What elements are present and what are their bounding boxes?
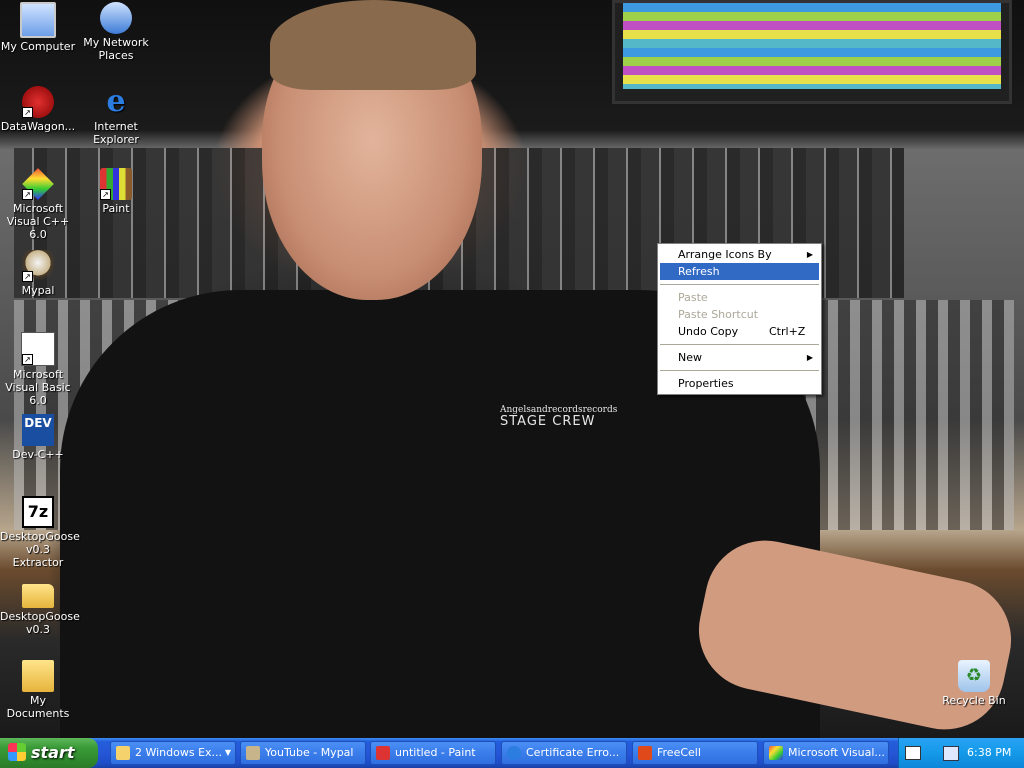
- shirt-logo-line2: STAGE CREW: [500, 414, 596, 429]
- desktop-icon-my-computer[interactable]: My Computer: [0, 2, 76, 53]
- taskbar-button-label: FreeCell: [657, 746, 701, 759]
- clock[interactable]: 6:38 PM: [967, 738, 1011, 768]
- menu-item-arrange-icons-by[interactable]: Arrange Icons By ▶: [660, 246, 819, 263]
- desktop-icon-label: Microsoft Visual Basic 6.0: [5, 368, 71, 407]
- taskbar-button-label: untitled - Paint: [395, 746, 476, 759]
- visual-cpp-icon: [769, 746, 783, 760]
- taskbar-button-label: YouTube - Mypal: [265, 746, 354, 759]
- folder-icon: [116, 746, 130, 760]
- 7zip-icon: 7z: [22, 496, 54, 528]
- menu-separator: [660, 284, 819, 285]
- desktop-icon-label: DesktopGoose v0.3 Extractor: [0, 530, 80, 569]
- taskbar-button-certificate-error[interactable]: Certificate Erro...: [501, 741, 627, 765]
- desktop-icon-paint[interactable]: ↗ Paint: [78, 168, 154, 215]
- network-places-icon: [100, 2, 132, 34]
- visual-basic-icon: ↗: [21, 332, 55, 366]
- desktop-icon-visual-cpp[interactable]: ↗ Microsoft Visual C++ 6.0: [0, 168, 76, 241]
- desktop-icon-desktopgoose-folder[interactable]: DesktopGoose v0.3: [0, 578, 80, 636]
- menu-item-label: Undo Copy: [678, 325, 739, 338]
- wallpaper-shirt-logo: Angelsandrecordsrecords STAGE CREW: [500, 404, 620, 434]
- taskbar-button-label: Certificate Erro...: [526, 746, 620, 759]
- menu-separator: [660, 370, 819, 371]
- desktop-icon-my-documents[interactable]: My Documents: [0, 660, 76, 720]
- folder-icon: [22, 584, 54, 608]
- menu-item-paste: Paste: [660, 289, 819, 306]
- menu-item-label: Arrange Icons By: [678, 248, 772, 261]
- chevron-down-icon: ▼: [224, 748, 231, 757]
- menu-item-paste-shortcut: Paste Shortcut: [660, 306, 819, 323]
- desktop-icon-label: My Computer: [0, 40, 76, 53]
- paint-icon: ↗: [100, 168, 132, 200]
- menu-item-label: Refresh: [678, 265, 720, 278]
- shortcut-arrow-icon: ↗: [22, 354, 33, 365]
- desktop-icon-label: Microsoft Visual C++ 6.0: [6, 202, 70, 241]
- windows-logo-icon: [8, 743, 26, 761]
- desktop-icon-label: Recycle Bin: [942, 694, 1006, 707]
- desktop-icon-desktopgoose-extractor[interactable]: 7z DesktopGoose v0.3 Extractor: [0, 496, 80, 569]
- start-label: start: [31, 743, 75, 762]
- desktop-icon-datawagon[interactable]: ↗ DataWagon...: [0, 86, 76, 133]
- desktop-icon-label: DesktopGoose v0.3: [0, 610, 80, 636]
- taskbar-button-microsoft-visual[interactable]: Microsoft Visual...: [763, 741, 889, 765]
- desktop-icon-dev-cpp[interactable]: DEV Dev-C++: [0, 414, 76, 461]
- shortcut-arrow-icon: ↗: [100, 189, 111, 200]
- network-icon[interactable]: [943, 746, 959, 761]
- freecell-icon: [638, 746, 652, 760]
- submenu-arrow-icon: ▶: [806, 250, 813, 259]
- shortcut-arrow-icon: ↗: [22, 107, 33, 118]
- taskbar: start 2 Windows Ex... ▼ YouTube - Mypal …: [0, 738, 1024, 768]
- menu-item-label: Paste: [678, 291, 708, 304]
- datawagon-icon: ↗: [22, 86, 54, 118]
- menu-item-refresh[interactable]: Refresh: [660, 263, 819, 280]
- mypal-icon: [246, 746, 260, 760]
- dev-cpp-icon: DEV: [22, 414, 54, 446]
- wallpaper-person-hair: [270, 0, 476, 90]
- keyboard-icon[interactable]: [905, 746, 921, 760]
- internet-explorer-icon: e: [106, 84, 126, 119]
- system-tray: 6:38 PM: [898, 738, 1024, 768]
- my-documents-icon: [22, 660, 54, 692]
- desktop-icon-internet-explorer[interactable]: e Internet Explorer: [78, 84, 154, 147]
- mypal-icon: ↗: [22, 250, 54, 282]
- taskbar-button-windows-explorer[interactable]: 2 Windows Ex... ▼: [110, 741, 236, 765]
- paint-icon: [376, 746, 390, 760]
- desktop-icon-label: Dev-C++: [12, 448, 64, 461]
- submenu-arrow-icon: ▶: [806, 353, 813, 362]
- desktop-icon-label: My Documents: [6, 694, 70, 720]
- taskbar-button-label: Microsoft Visual...: [788, 746, 885, 759]
- taskbar-button-youtube-mypal[interactable]: YouTube - Mypal: [240, 741, 366, 765]
- menu-item-new[interactable]: New ▶: [660, 349, 819, 366]
- desktop-icon-label: Paint: [102, 202, 130, 215]
- desktop-icon-recycle-bin[interactable]: ♻ Recycle Bin: [936, 660, 1012, 707]
- menu-item-label: Paste Shortcut: [678, 308, 759, 321]
- menu-item-label: New: [678, 351, 702, 364]
- menu-item-shortcut: Ctrl+Z: [769, 325, 806, 338]
- shortcut-arrow-icon: ↗: [22, 189, 33, 200]
- my-computer-icon: [20, 2, 56, 38]
- menu-separator: [660, 344, 819, 345]
- desktop-icon-label: DataWagon...: [0, 120, 76, 133]
- desktop[interactable]: Angelsandrecordsrecords STAGE CREW My Co…: [0, 0, 1024, 738]
- menu-item-properties[interactable]: Properties: [660, 375, 819, 392]
- taskbar-button-paint[interactable]: untitled - Paint: [370, 741, 496, 765]
- desktop-icon-label: Internet Explorer: [93, 120, 139, 146]
- desktop-context-menu: Arrange Icons By ▶ Refresh Paste Paste S…: [657, 243, 822, 395]
- desktop-icon-label: Mypal: [21, 284, 55, 297]
- desktop-icon-my-network-places[interactable]: My Network Places: [78, 2, 154, 62]
- internet-explorer-icon: [507, 746, 521, 760]
- desktop-icon-label: My Network Places: [83, 36, 149, 62]
- menu-item-label: Properties: [678, 377, 734, 390]
- shortcut-arrow-icon: ↗: [22, 271, 33, 282]
- desktop-icon-visual-basic[interactable]: ↗ Microsoft Visual Basic 6.0: [0, 332, 76, 407]
- taskbar-button-label: 2 Windows Ex...: [135, 746, 223, 759]
- taskbar-button-freecell[interactable]: FreeCell: [632, 741, 758, 765]
- menu-item-undo-copy[interactable]: Undo Copy Ctrl+Z: [660, 323, 819, 340]
- start-button[interactable]: start: [0, 738, 98, 768]
- wallpaper-monitor: [612, 0, 1012, 104]
- desktop-icon-mypal[interactable]: ↗ Mypal: [0, 250, 76, 297]
- recycle-bin-icon: ♻: [958, 660, 990, 692]
